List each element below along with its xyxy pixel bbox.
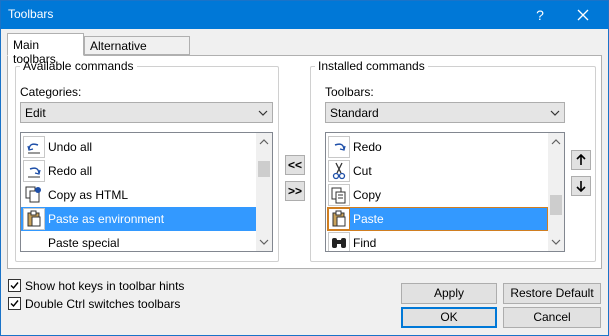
installed-scrollbar[interactable] <box>548 133 564 251</box>
apply-button[interactable]: Apply <box>401 283 497 304</box>
list-item-label: Copy <box>353 188 382 202</box>
arrow-down-icon <box>576 181 586 192</box>
tab-alternative-toolbars[interactable]: Alternative toolbars <box>84 36 190 67</box>
window-title: Toolbars <box>8 7 54 21</box>
double-ctrl-checkbox[interactable] <box>8 297 21 310</box>
scroll-up-icon[interactable] <box>550 136 562 148</box>
scroll-down-icon[interactable] <box>550 236 562 248</box>
scissors-icon <box>328 160 350 182</box>
checkmark-icon <box>10 300 19 308</box>
close-icon <box>577 9 589 21</box>
list-item[interactable]: Find <box>326 231 564 251</box>
add-command-button[interactable]: << <box>285 155 305 175</box>
copy-icon <box>328 184 350 206</box>
list-item[interactable]: Copy <box>326 183 564 207</box>
move-up-button[interactable] <box>571 150 591 170</box>
ok-button[interactable]: OK <box>401 307 497 328</box>
list-item-label: Paste as environment <box>48 212 165 226</box>
toolbars-value: Standard <box>330 106 379 120</box>
scroll-down-icon[interactable] <box>258 236 270 248</box>
blank-icon <box>23 232 45 251</box>
help-button[interactable]: ? <box>525 1 555 29</box>
toolbars-dialog: Toolbars ? Main toolbars Alternative too… <box>0 0 609 336</box>
undo-icon <box>23 136 45 158</box>
double-ctrl-label: Double Ctrl switches toolbars <box>25 297 181 311</box>
list-item-label: Find <box>353 236 377 250</box>
list-item-label: Undo all <box>48 140 93 154</box>
available-scrollbar[interactable] <box>256 133 272 251</box>
list-item-label: Redo all <box>48 164 93 178</box>
list-item[interactable]: Paste special <box>21 231 272 251</box>
installed-commands-list[interactable]: Redo Cut Copy Paste Find <box>325 132 565 252</box>
list-item[interactable]: Cut <box>326 159 564 183</box>
move-down-button[interactable] <box>571 176 591 196</box>
binoculars-icon <box>328 232 350 251</box>
installed-commands-label: Installed commands <box>315 59 428 73</box>
remove-command-button[interactable]: >> <box>285 181 305 201</box>
categories-value: Edit <box>25 106 46 120</box>
redo-icon <box>23 160 45 182</box>
categories-label: Categories: <box>20 85 82 99</box>
arrow-up-icon <box>576 154 586 165</box>
paste-icon <box>328 208 350 230</box>
chevron-down-icon <box>550 110 560 116</box>
show-hot-keys-label: Show hot keys in toolbar hints <box>25 279 185 293</box>
title-bar[interactable]: Toolbars ? <box>1 1 608 29</box>
list-item[interactable]: Copy as HTML <box>21 183 272 207</box>
toolbars-label: Toolbars: <box>325 85 374 99</box>
redo-icon <box>328 136 350 158</box>
scroll-thumb[interactable] <box>550 195 562 215</box>
scroll-up-icon[interactable] <box>258 136 270 148</box>
close-button[interactable] <box>568 1 598 29</box>
list-item[interactable]: Redo all <box>21 159 272 183</box>
list-item-label: Redo <box>353 140 382 154</box>
copy-html-icon <box>23 184 45 206</box>
available-commands-list[interactable]: Undo all Redo all Copy as HTML Paste as … <box>20 132 273 252</box>
list-item-label: Paste <box>353 212 384 226</box>
checkmark-icon <box>10 282 19 290</box>
list-item-label: Paste special <box>48 236 120 250</box>
chevron-down-icon <box>258 110 268 116</box>
list-item-label: Cut <box>353 164 372 178</box>
scroll-thumb[interactable] <box>258 161 270 177</box>
categories-dropdown[interactable]: Edit <box>20 102 273 123</box>
list-item[interactable]: Undo all <box>21 135 272 159</box>
list-item-selected[interactable]: Paste as environment <box>21 207 257 231</box>
restore-default-button[interactable]: Restore Default <box>503 283 601 304</box>
paste-icon <box>23 208 45 230</box>
list-item[interactable]: Redo <box>326 135 564 159</box>
tab-main-toolbars[interactable]: Main toolbars <box>7 33 84 66</box>
toolbars-dropdown[interactable]: Standard <box>325 102 565 123</box>
tab-panel: Available commands Categories: Edit Undo… <box>7 55 602 269</box>
cancel-button[interactable]: Cancel <box>503 307 601 328</box>
list-item-selected[interactable]: Paste <box>326 207 548 231</box>
list-item-label: Copy as HTML <box>48 188 129 202</box>
show-hot-keys-checkbox[interactable] <box>8 279 21 292</box>
